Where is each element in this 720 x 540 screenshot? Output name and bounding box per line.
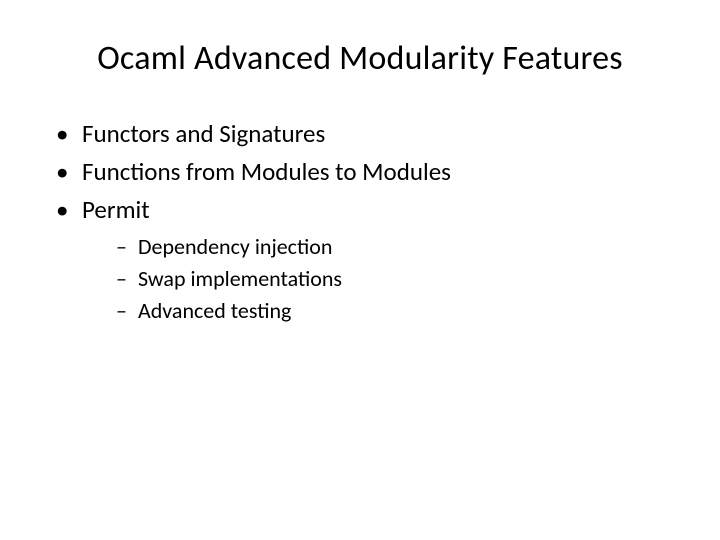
slide: Ocaml Advanced Modularity Features Funct… [0, 0, 720, 540]
list-item: Advanced testing [116, 296, 680, 326]
sub-bullet-list: Dependency injection Swap implementation… [116, 232, 680, 325]
list-item: Swap implementations [116, 264, 680, 294]
list-item-text: Permit [82, 194, 150, 225]
list-item-text: Advanced testing [138, 297, 291, 324]
list-item-text: Functors and Signatures [82, 118, 325, 149]
list-item: Functions from Modules to Modules [56, 155, 680, 189]
list-item-text: Functions from Modules to Modules [82, 156, 451, 187]
list-item: Dependency injection [116, 232, 680, 262]
slide-title: Ocaml Advanced Modularity Features [40, 38, 680, 79]
list-item: Functors and Signatures [56, 117, 680, 151]
list-item-text: Swap implementations [138, 265, 342, 292]
list-item: Permit Dependency injection Swap impleme… [56, 193, 680, 326]
list-item-text: Dependency injection [138, 233, 332, 260]
bullet-list: Functors and Signatures Functions from M… [56, 117, 680, 325]
